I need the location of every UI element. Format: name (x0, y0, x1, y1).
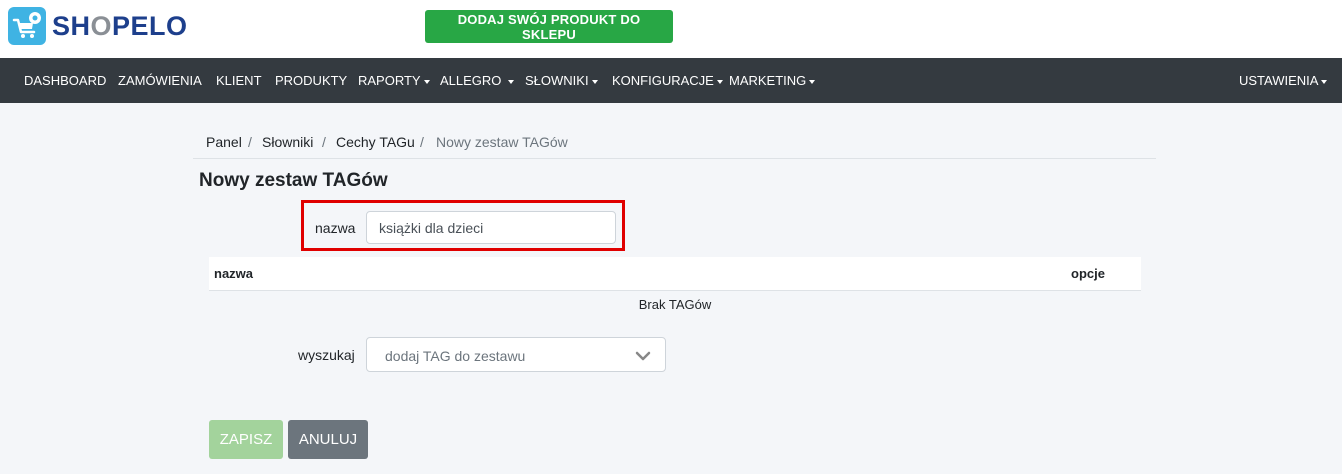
tag-search-select[interactable]: dodaj TAG do zestawu (366, 337, 666, 372)
chevron-down-icon (635, 349, 651, 367)
name-input[interactable] (366, 211, 616, 244)
cancel-button[interactable]: ANULUJ (288, 420, 368, 459)
column-header-options: opcje (1071, 266, 1105, 281)
caret-down-icon (508, 79, 515, 84)
nav-klient[interactable]: KLIENT (216, 58, 262, 103)
nav-ustawienia-dropdown[interactable]: USTAWIENIA (1239, 58, 1328, 103)
breadcrumb-panel[interactable]: Panel (206, 134, 242, 150)
nav-slowniki-dropdown[interactable]: SŁOWNIKI (525, 58, 598, 103)
breadcrumb-separator: / (322, 134, 326, 150)
logo-wordmark: SHOPELO (52, 10, 188, 41)
nav-konfiguracje-dropdown[interactable]: KONFIGURACJE (612, 58, 723, 103)
breadcrumb-separator: / (420, 134, 424, 150)
search-label: wyszukaj (298, 347, 355, 363)
select-placeholder: dodaj TAG do zestawu (385, 348, 526, 364)
caret-down-icon (591, 79, 598, 84)
nav-marketing-dropdown[interactable]: MARKETING (729, 58, 816, 103)
tags-table-header: nazwa opcje (209, 257, 1141, 291)
add-product-to-shop-button[interactable]: DODAJ SWÓJ PRODUKT DO SKLEPU (425, 10, 673, 43)
breadcrumb-separator: / (248, 134, 252, 150)
name-label: nazwa (315, 220, 356, 236)
breadcrumb-current: Nowy zestaw TAGów (436, 134, 568, 150)
main-navbar: DASHBOARD ZAMÓWIENIA KLIENT PRODUKTY RAP… (0, 58, 1342, 103)
breadcrumb: Panel / Słowniki / Cechy TAGu / Nowy zes… (193, 128, 1156, 159)
breadcrumb-cechy-tagu[interactable]: Cechy TAGu (336, 134, 415, 150)
page-title: Nowy zestaw TAGów (199, 170, 388, 191)
shopelo-logo[interactable]: SHOPELO (8, 7, 188, 45)
breadcrumb-slowniki[interactable]: Słowniki (262, 134, 313, 150)
top-header: SHOPELO DODAJ SWÓJ PRODUKT DO SKLEPU (0, 0, 1342, 58)
caret-down-icon (423, 79, 430, 84)
caret-down-icon (1321, 79, 1328, 84)
nav-produkty[interactable]: PRODUKTY (275, 58, 347, 103)
nav-allegro-dropdown[interactable]: ALLEGRO (440, 58, 515, 103)
nav-raporty-dropdown[interactable]: RAPORTY (358, 58, 430, 103)
save-button[interactable]: ZAPISZ (209, 420, 283, 459)
empty-tags-message: Brak TAGów (638, 297, 712, 312)
nav-zamowienia[interactable]: ZAMÓWIENIA (118, 58, 202, 103)
column-header-name: nazwa (214, 266, 254, 281)
cart-icon (8, 7, 46, 45)
caret-down-icon (716, 79, 723, 84)
nav-dashboard[interactable]: DASHBOARD (24, 58, 106, 103)
caret-down-icon (809, 79, 816, 84)
